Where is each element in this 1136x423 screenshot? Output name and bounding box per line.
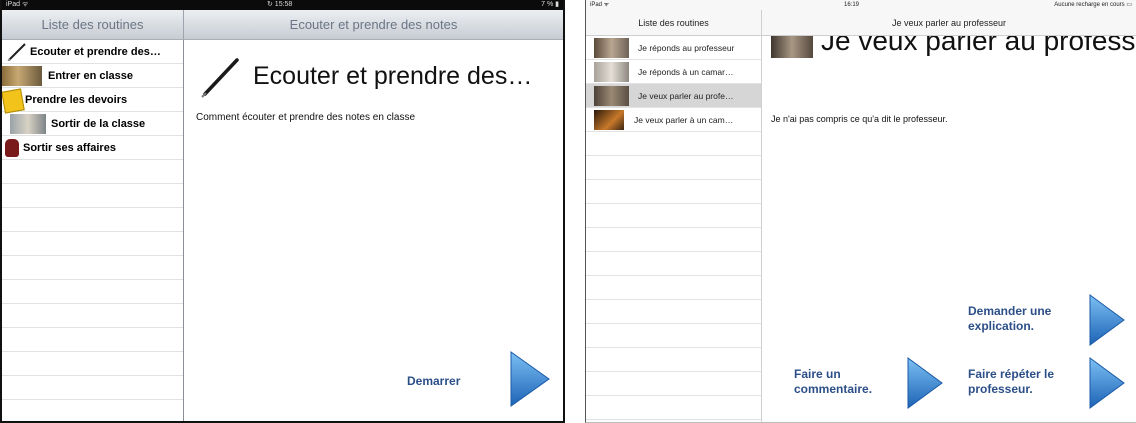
list-row-empty — [2, 208, 183, 232]
list-row-empty — [2, 280, 183, 304]
list-item-label: Je réponds à un camar… — [638, 67, 734, 77]
list-row-empty — [2, 184, 183, 208]
pen-icon — [7, 43, 26, 61]
list-row-empty — [586, 132, 761, 156]
list-item-label: Je réponds au professeur — [638, 43, 735, 53]
list-row-empty — [586, 324, 761, 348]
list-row-empty — [2, 400, 183, 421]
list-item-sortir-classe[interactable]: Sortir de la classe — [2, 112, 183, 136]
play-arrow-icon[interactable] — [907, 357, 943, 409]
carrier-label: iPad ᯤ — [6, 1, 29, 8]
detail-pane: Ecouter et prendre des… Comment écouter … — [185, 40, 563, 421]
comment-button-label[interactable]: Faire un commentaire. — [794, 367, 884, 397]
list-item-label: Entrer en classe — [48, 70, 133, 82]
sidebar-title: Liste des routines — [41, 17, 144, 32]
list-item-repond-prof[interactable]: Je réponds au professeur — [586, 36, 761, 60]
list-row-empty — [586, 252, 761, 276]
list-row-empty — [586, 372, 761, 396]
list-row-empty — [586, 396, 761, 420]
routine-description: Comment écouter et prendre des notes en … — [196, 112, 416, 123]
status-bar: iPad ᯤ ↻ 15:58 7 % ▮ — [2, 0, 563, 10]
notebook-icon — [2, 88, 25, 114]
start-button-label[interactable]: Demarrer — [407, 374, 460, 389]
list-item-ecouter[interactable]: Ecouter et prendre des… — [2, 40, 183, 64]
list-row-empty — [586, 300, 761, 324]
list-item-label: Sortir ses affaires — [23, 142, 116, 154]
list-row-empty — [2, 160, 183, 184]
screenshot-routine-ecouter: iPad ᯤ ↻ 15:58 7 % ▮ Liste des routines … — [0, 0, 565, 423]
routine-list: Ecouter et prendre des… Entrer en classe… — [2, 40, 184, 421]
routine-heading: Je veux parler au profess… — [821, 36, 1136, 56]
pen-icon — [201, 58, 239, 98]
detail-header: Je veux parler au professeur — [762, 10, 1136, 36]
battery-indicator: 7 % ▮ — [541, 1, 559, 8]
classroom-thumbnail — [2, 66, 42, 86]
detail-nav-title: Ecouter et prendre des notes — [289, 17, 458, 32]
explain-button-label[interactable]: Demander une explication. — [968, 304, 1078, 334]
sidebar-title: Liste des routines — [638, 18, 709, 28]
list-row-empty — [586, 276, 761, 300]
list-item-devoirs[interactable]: Prendre les devoirs — [2, 88, 183, 114]
routine-heading: Ecouter et prendre des… — [253, 62, 533, 90]
list-item-label: Je veux parler au profe… — [638, 91, 734, 101]
student-photo-thumbnail — [594, 38, 629, 58]
routine-list: Je réponds au professeur Je réponds à un… — [586, 36, 762, 422]
list-item-repond-camarade[interactable]: Je réponds à un camar… — [586, 60, 761, 84]
repeat-button-label[interactable]: Faire répéter le professeur. — [968, 367, 1078, 397]
student-photo-thumbnail — [594, 62, 629, 82]
sidebar-header: Liste des routines — [2, 10, 184, 40]
detail-pane: Je veux parler au profess… Je n'ai pas c… — [763, 36, 1136, 422]
list-item-label: Ecouter et prendre des… — [30, 46, 161, 58]
play-arrow-icon[interactable] — [1089, 294, 1125, 346]
clock: ↻ 15:58 — [267, 1, 293, 8]
list-row-empty — [2, 304, 183, 328]
list-row-empty — [586, 204, 761, 228]
student-photo-thumbnail — [594, 86, 629, 106]
carrier-label: iPad ᯤ — [590, 2, 610, 8]
list-item-parler-prof-selected[interactable]: Je veux parler au profe… — [586, 84, 761, 108]
clock: 16:19 — [844, 2, 860, 8]
doorway-thumbnail — [10, 114, 46, 134]
list-row-empty — [586, 156, 761, 180]
list-item-sortir-affaires[interactable]: Sortir ses affaires — [2, 136, 183, 160]
list-row-empty — [2, 376, 183, 400]
list-row-empty — [2, 232, 183, 256]
backpack-icon — [5, 139, 19, 157]
list-item-label: Je veux parler à un cam… — [634, 115, 734, 125]
status-bar: iPad ᯤ 16:19 Aucune recharge en cours ▭ — [586, 0, 1136, 10]
sidebar-header: Liste des routines — [586, 10, 762, 36]
list-row-empty — [586, 180, 761, 204]
routine-description: Je n'ai pas compris ce qu'a dit le profe… — [771, 114, 948, 124]
play-arrow-icon[interactable] — [510, 351, 550, 407]
play-arrow-icon[interactable] — [1089, 357, 1125, 409]
screenshot-routine-parler-professeur: iPad ᯤ 16:19 Aucune recharge en cours ▭ … — [585, 0, 1136, 423]
detail-header: Ecouter et prendre des notes — [184, 10, 563, 40]
list-item-entrer[interactable]: Entrer en classe — [2, 64, 183, 88]
routine-photo — [771, 36, 813, 58]
list-row-empty — [2, 328, 183, 352]
detail-nav-title: Je veux parler au professeur — [891, 18, 1007, 28]
battery-indicator: Aucune recharge en cours ▭ — [1054, 2, 1132, 8]
list-row-empty — [586, 348, 761, 372]
list-item-label: Prendre les devoirs — [25, 94, 128, 106]
list-row-empty — [2, 256, 183, 280]
list-item-parler-camarade[interactable]: Je veux parler à un cam… — [586, 108, 761, 132]
list-row-empty — [586, 228, 761, 252]
student-photo-thumbnail — [594, 110, 624, 130]
list-item-label: Sortir de la classe — [51, 118, 146, 130]
list-row-empty — [2, 352, 183, 376]
